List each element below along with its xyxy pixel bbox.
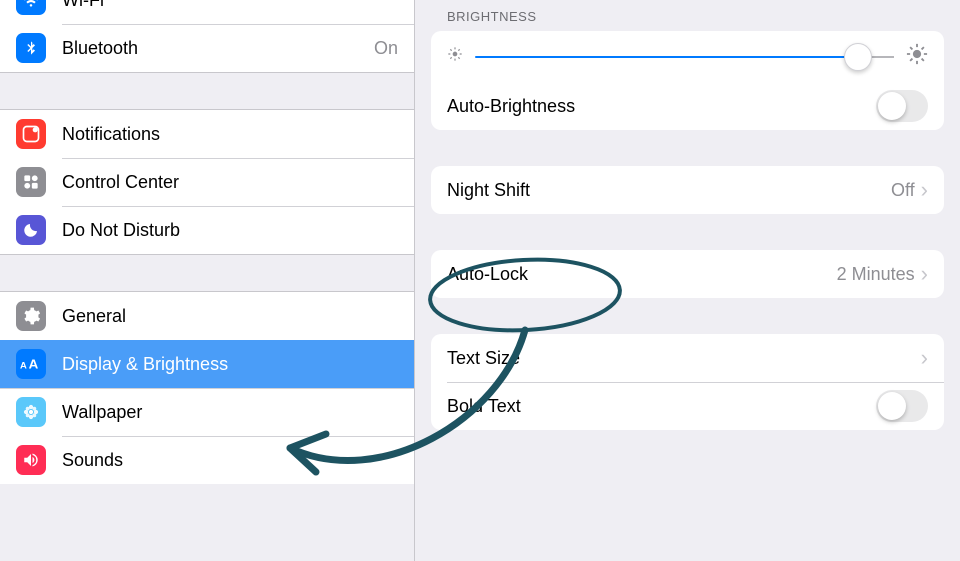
sidebar: Wi-Fi Bluetooth On Notifications xyxy=(0,0,415,561)
control-center-icon xyxy=(16,167,46,197)
sidebar-item-general[interactable]: General xyxy=(0,292,414,340)
row-label: Text Size xyxy=(447,348,921,369)
sidebar-item-label: Wi-Fi xyxy=(62,0,398,11)
brightness-slider[interactable] xyxy=(475,56,894,58)
sidebar-item-wallpaper[interactable]: Wallpaper xyxy=(0,388,414,436)
detail-panel: BRIGHTNESS Auto-Brightness xyxy=(415,0,960,561)
row-label: Night Shift xyxy=(447,180,891,201)
bluetooth-icon xyxy=(16,33,46,63)
sidebar-item-bluetooth[interactable]: Bluetooth On xyxy=(0,24,414,72)
brightness-card: Auto-Brightness xyxy=(431,31,944,130)
speaker-icon xyxy=(16,445,46,475)
auto-lock-card: Auto-Lock 2 Minutes › xyxy=(431,250,944,298)
night-shift-card: Night Shift Off › xyxy=(431,166,944,214)
row-value: Off xyxy=(891,180,915,201)
text-size-row[interactable]: Text Size › xyxy=(431,334,944,382)
sidebar-item-label: Do Not Disturb xyxy=(62,220,398,241)
gear-icon xyxy=(16,301,46,331)
svg-text:A: A xyxy=(20,360,27,371)
sidebar-item-label: Wallpaper xyxy=(62,402,398,423)
flower-icon xyxy=(16,397,46,427)
chevron-right-icon: › xyxy=(921,179,928,201)
section-header-brightness: BRIGHTNESS xyxy=(415,0,960,31)
sidebar-item-label: Sounds xyxy=(62,450,398,471)
sidebar-item-label: Notifications xyxy=(62,124,398,145)
sidebar-item-do-not-disturb[interactable]: Do Not Disturb xyxy=(0,206,414,254)
moon-icon xyxy=(16,215,46,245)
night-shift-row[interactable]: Night Shift Off › xyxy=(431,166,944,214)
sidebar-item-wifi[interactable]: Wi-Fi xyxy=(0,0,414,24)
row-label: Auto-Lock xyxy=(447,264,837,285)
sun-large-icon xyxy=(906,43,928,70)
sidebar-item-label: General xyxy=(62,306,398,327)
sidebar-item-control-center[interactable]: Control Center xyxy=(0,158,414,206)
chevron-right-icon: › xyxy=(921,347,928,369)
sidebar-item-label: Bluetooth xyxy=(62,38,374,59)
sidebar-item-label: Display & Brightness xyxy=(62,354,398,375)
slider-thumb[interactable] xyxy=(844,43,872,71)
auto-brightness-row[interactable]: Auto-Brightness xyxy=(431,82,944,130)
sidebar-item-notifications[interactable]: Notifications xyxy=(0,110,414,158)
sidebar-item-label: Control Center xyxy=(62,172,398,193)
text-card: Text Size › Bold Text xyxy=(431,334,944,430)
svg-text:A: A xyxy=(29,357,39,372)
row-label: Bold Text xyxy=(447,396,876,417)
row-value: 2 Minutes xyxy=(837,264,915,285)
text-size-icon: AA xyxy=(16,349,46,379)
sidebar-item-display-brightness[interactable]: AA Display & Brightness xyxy=(0,340,414,388)
notifications-icon xyxy=(16,119,46,149)
auto-lock-row[interactable]: Auto-Lock 2 Minutes › xyxy=(431,250,944,298)
sidebar-item-sounds[interactable]: Sounds xyxy=(0,436,414,484)
sun-small-icon xyxy=(447,46,463,67)
chevron-right-icon: › xyxy=(921,263,928,285)
wifi-icon xyxy=(16,0,46,15)
row-label: Auto-Brightness xyxy=(447,96,876,117)
brightness-slider-row xyxy=(431,31,944,82)
bold-text-row[interactable]: Bold Text xyxy=(431,382,944,430)
auto-brightness-toggle[interactable] xyxy=(876,90,928,122)
sidebar-item-value: On xyxy=(374,38,398,59)
bold-text-toggle[interactable] xyxy=(876,390,928,422)
